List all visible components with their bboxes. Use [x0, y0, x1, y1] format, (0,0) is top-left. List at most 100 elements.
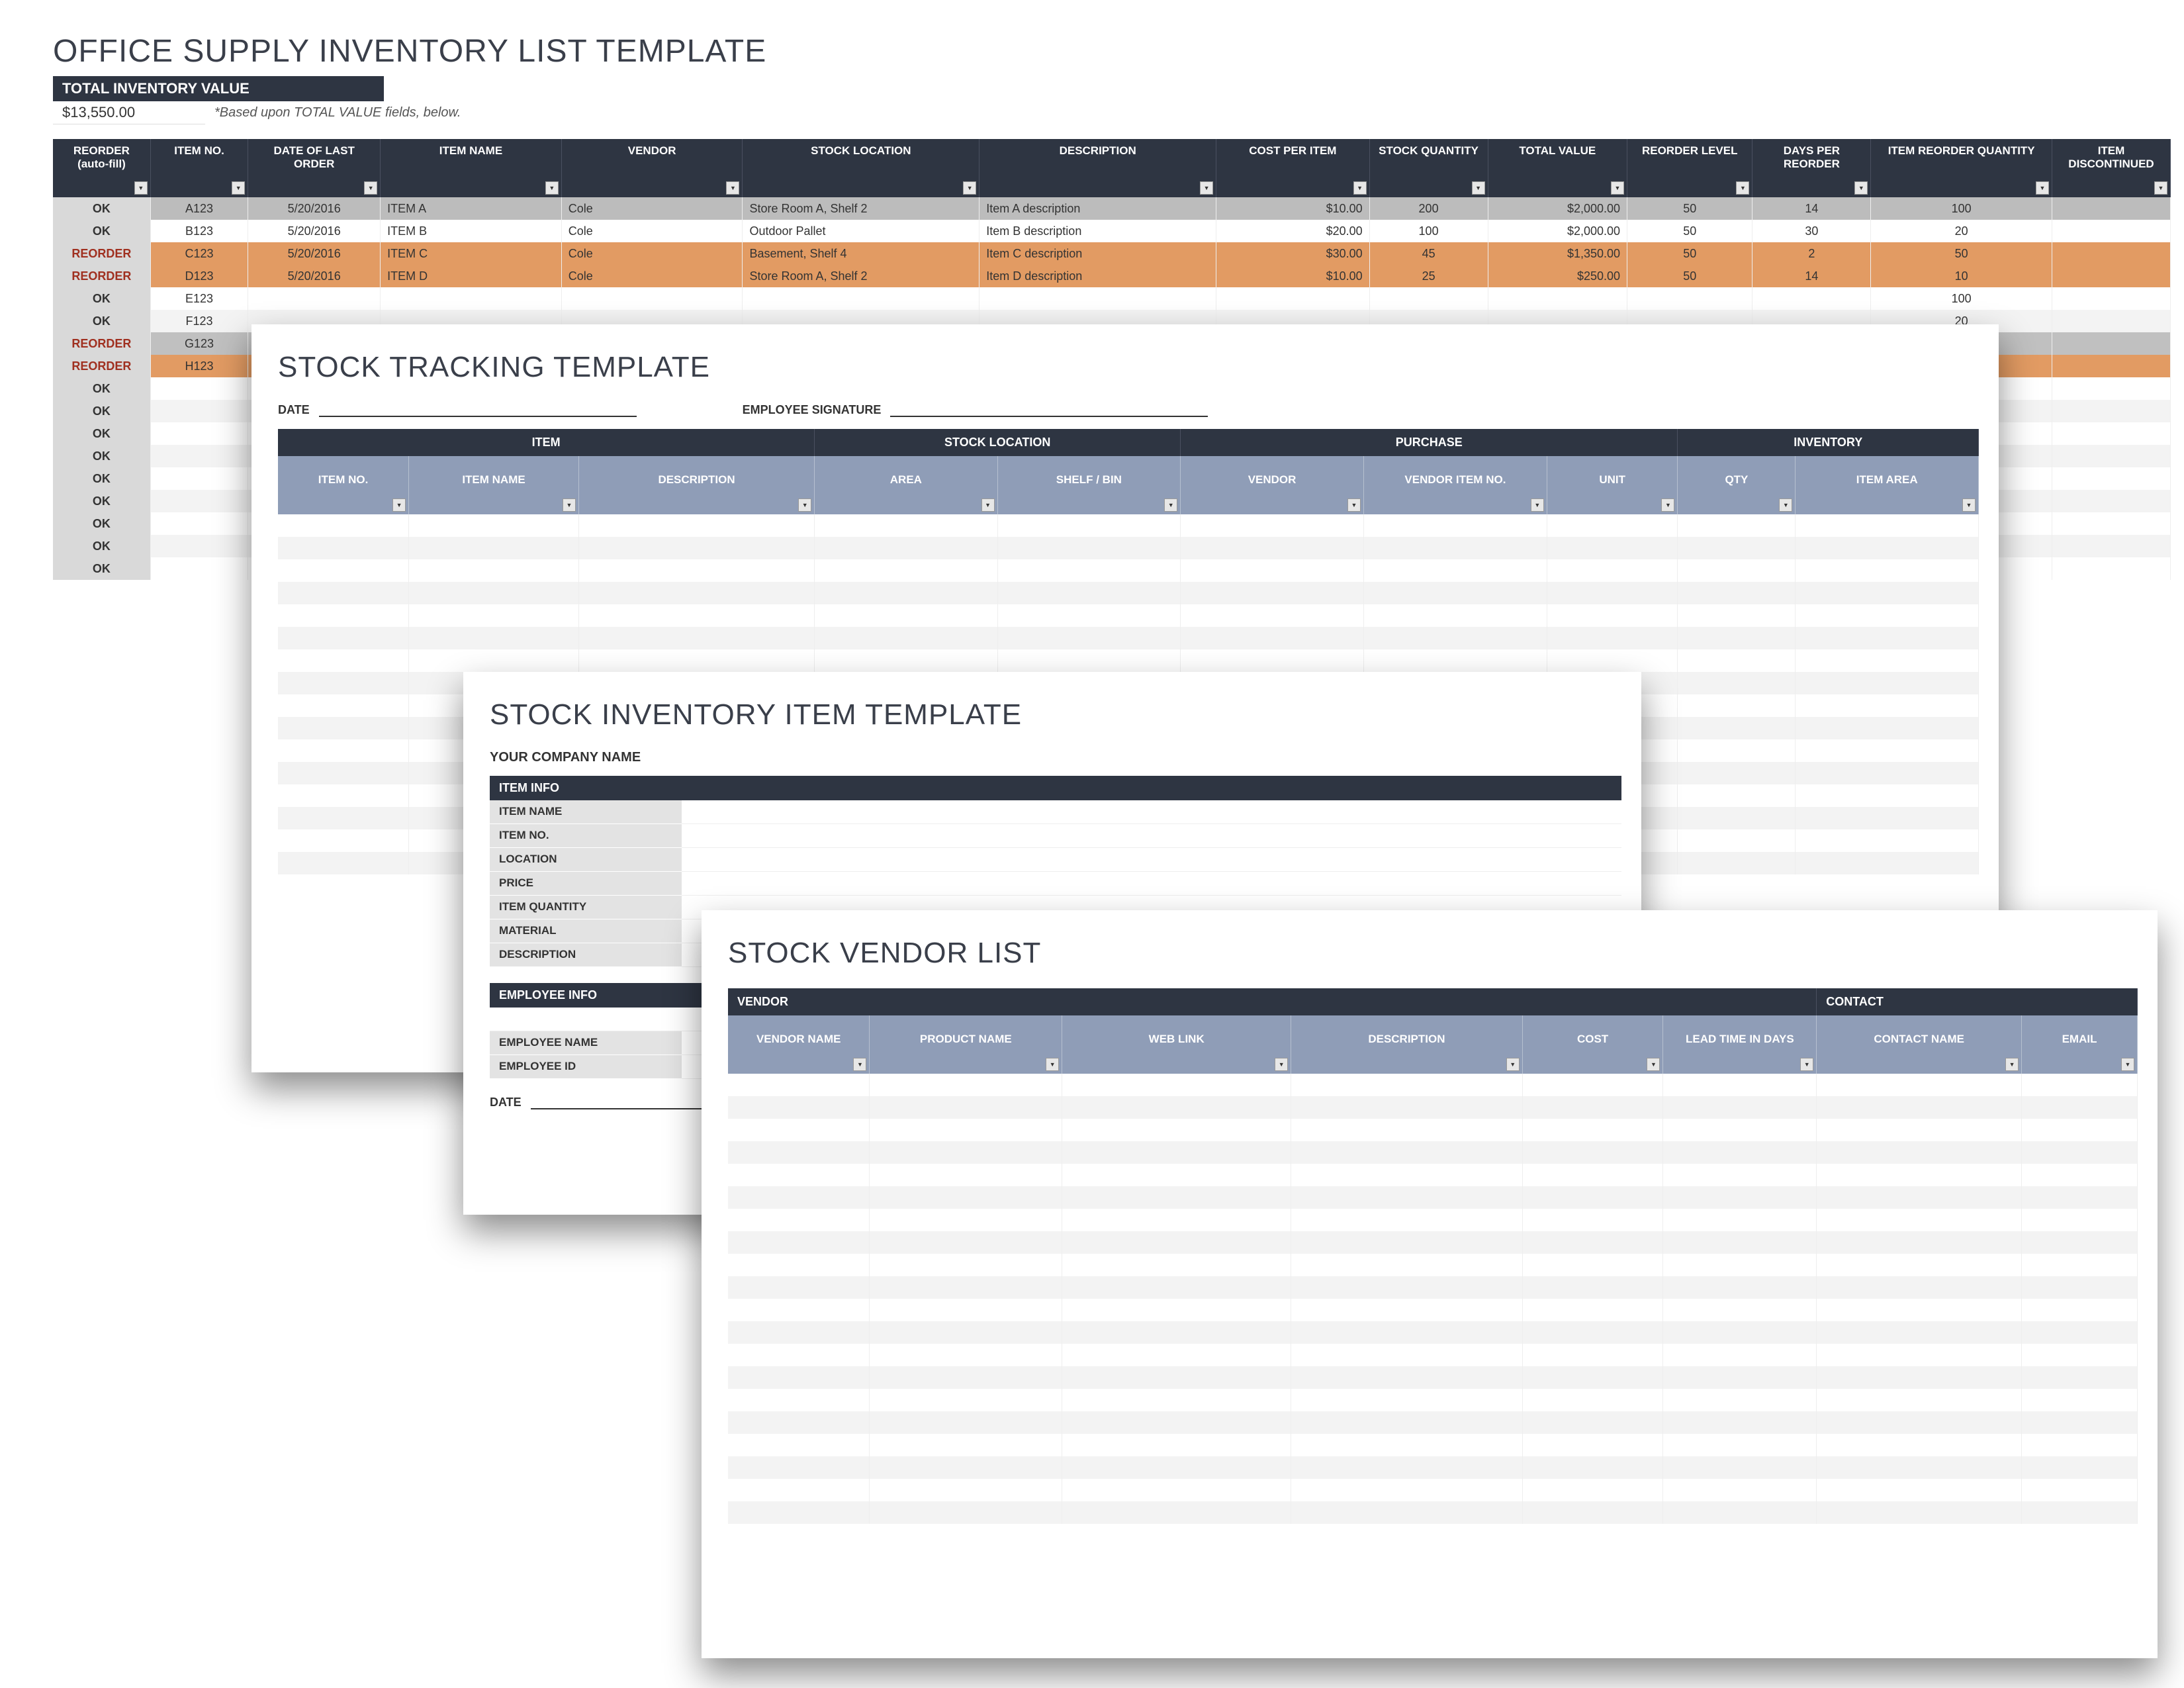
- cell-rlevel[interactable]: 50: [1627, 220, 1752, 242]
- empty-cell[interactable]: [1796, 852, 1979, 874]
- cell-date[interactable]: 5/20/2016: [248, 265, 381, 287]
- empty-cell[interactable]: [1817, 1231, 2022, 1254]
- table-row[interactable]: [728, 1434, 2138, 1456]
- table-row[interactable]: [728, 1096, 2138, 1119]
- empty-cell[interactable]: [870, 1209, 1062, 1231]
- empty-cell[interactable]: [278, 649, 409, 672]
- empty-cell[interactable]: [1522, 1119, 1663, 1141]
- empty-cell[interactable]: [1181, 537, 1364, 559]
- empty-cell[interactable]: [1663, 1186, 1817, 1209]
- cell-name[interactable]: ITEM D: [381, 265, 562, 287]
- empty-cell[interactable]: [409, 582, 579, 604]
- empty-cell[interactable]: [2022, 1141, 2138, 1164]
- cell-disc[interactable]: [2052, 512, 2171, 535]
- empty-cell[interactable]: [409, 627, 579, 649]
- empty-cell[interactable]: [728, 1074, 870, 1096]
- empty-cell[interactable]: [1796, 559, 1979, 582]
- empty-cell[interactable]: [1678, 739, 1796, 762]
- empty-cell[interactable]: [1062, 1096, 1291, 1119]
- empty-cell[interactable]: [1062, 1456, 1291, 1479]
- empty-cell[interactable]: [1181, 559, 1364, 582]
- filter-dropdown-icon[interactable]: [1046, 1058, 1059, 1071]
- empty-cell[interactable]: [1291, 1434, 1523, 1456]
- cell-vendor[interactable]: Cole: [561, 197, 743, 220]
- empty-cell[interactable]: [1062, 1479, 1291, 1501]
- empty-cell[interactable]: [815, 604, 997, 627]
- empty-cell[interactable]: [1796, 807, 1979, 829]
- empty-cell[interactable]: [278, 604, 409, 627]
- empty-cell[interactable]: [1817, 1344, 2022, 1366]
- empty-cell[interactable]: [1796, 762, 1979, 784]
- empty-cell[interactable]: [1522, 1254, 1663, 1276]
- cell-vendor[interactable]: Cole: [561, 265, 743, 287]
- cell-cost[interactable]: $10.00: [1216, 197, 1370, 220]
- empty-cell[interactable]: [1547, 604, 1678, 627]
- cell-disc[interactable]: [2052, 422, 2171, 445]
- empty-cell[interactable]: [578, 559, 814, 582]
- empty-cell[interactable]: [1522, 1186, 1663, 1209]
- empty-cell[interactable]: [1817, 1209, 2022, 1231]
- empty-cell[interactable]: [1796, 582, 1979, 604]
- filter-dropdown-icon[interactable]: [1164, 498, 1177, 512]
- empty-cell[interactable]: [728, 1276, 870, 1299]
- empty-cell[interactable]: [1291, 1074, 1523, 1096]
- cell-reorder[interactable]: OK: [53, 512, 150, 535]
- cell-item[interactable]: H123: [150, 355, 248, 377]
- cell-reorder[interactable]: OK: [53, 197, 150, 220]
- empty-cell[interactable]: [1522, 1344, 1663, 1366]
- vendor-col-header[interactable]: EMAIL: [2022, 1015, 2138, 1074]
- empty-cell[interactable]: [409, 604, 579, 627]
- empty-cell[interactable]: [278, 829, 409, 852]
- cell-disc[interactable]: [2052, 242, 2171, 265]
- cell-item[interactable]: [150, 467, 248, 490]
- empty-cell[interactable]: [409, 649, 579, 672]
- cell-disc[interactable]: [2052, 490, 2171, 512]
- empty-cell[interactable]: [1663, 1366, 1817, 1389]
- empty-cell[interactable]: [1062, 1344, 1291, 1366]
- empty-cell[interactable]: [1678, 627, 1796, 649]
- empty-cell[interactable]: [1291, 1411, 1523, 1434]
- cell-rqty[interactable]: 10: [1871, 265, 2052, 287]
- empty-cell[interactable]: [1062, 1411, 1291, 1434]
- empty-cell[interactable]: [728, 1344, 870, 1366]
- empty-cell[interactable]: [1062, 1254, 1291, 1276]
- empty-cell[interactable]: [1817, 1299, 2022, 1321]
- filter-dropdown-icon[interactable]: [2154, 181, 2167, 195]
- cell-item[interactable]: [150, 422, 248, 445]
- empty-cell[interactable]: [1796, 649, 1979, 672]
- empty-cell[interactable]: [1522, 1389, 1663, 1411]
- empty-cell[interactable]: [1678, 537, 1796, 559]
- office-col-header[interactable]: ITEM NAME: [381, 139, 562, 197]
- empty-cell[interactable]: [1291, 1276, 1523, 1299]
- empty-cell[interactable]: [728, 1321, 870, 1344]
- table-row[interactable]: [728, 1321, 2138, 1344]
- empty-cell[interactable]: [578, 514, 814, 537]
- cell-total[interactable]: [1488, 287, 1627, 310]
- item-field-value[interactable]: [682, 800, 1621, 824]
- filter-dropdown-icon[interactable]: [1736, 181, 1749, 195]
- vendor-col-header[interactable]: PRODUCT NAME: [870, 1015, 1062, 1074]
- empty-cell[interactable]: [728, 1186, 870, 1209]
- office-col-header[interactable]: REORDER LEVEL: [1627, 139, 1752, 197]
- empty-cell[interactable]: [1522, 1164, 1663, 1186]
- empty-cell[interactable]: [278, 762, 409, 784]
- cell-rlevel[interactable]: 50: [1627, 242, 1752, 265]
- cell-days[interactable]: 2: [1752, 242, 1871, 265]
- empty-cell[interactable]: [278, 807, 409, 829]
- empty-cell[interactable]: [2022, 1186, 2138, 1209]
- cell-loc[interactable]: Basement, Shelf 4: [743, 242, 979, 265]
- empty-cell[interactable]: [278, 784, 409, 807]
- cell-total[interactable]: $2,000.00: [1488, 220, 1627, 242]
- cell-disc[interactable]: [2052, 445, 2171, 467]
- empty-cell[interactable]: [1663, 1501, 1817, 1524]
- empty-cell[interactable]: [1522, 1456, 1663, 1479]
- empty-cell[interactable]: [1796, 717, 1979, 739]
- empty-cell[interactable]: [997, 627, 1181, 649]
- empty-cell[interactable]: [1817, 1276, 2022, 1299]
- empty-cell[interactable]: [1663, 1254, 1817, 1276]
- cell-reorder[interactable]: OK: [53, 287, 150, 310]
- empty-cell[interactable]: [870, 1231, 1062, 1254]
- empty-cell[interactable]: [278, 694, 409, 717]
- empty-cell[interactable]: [728, 1096, 870, 1119]
- empty-cell[interactable]: [1663, 1209, 1817, 1231]
